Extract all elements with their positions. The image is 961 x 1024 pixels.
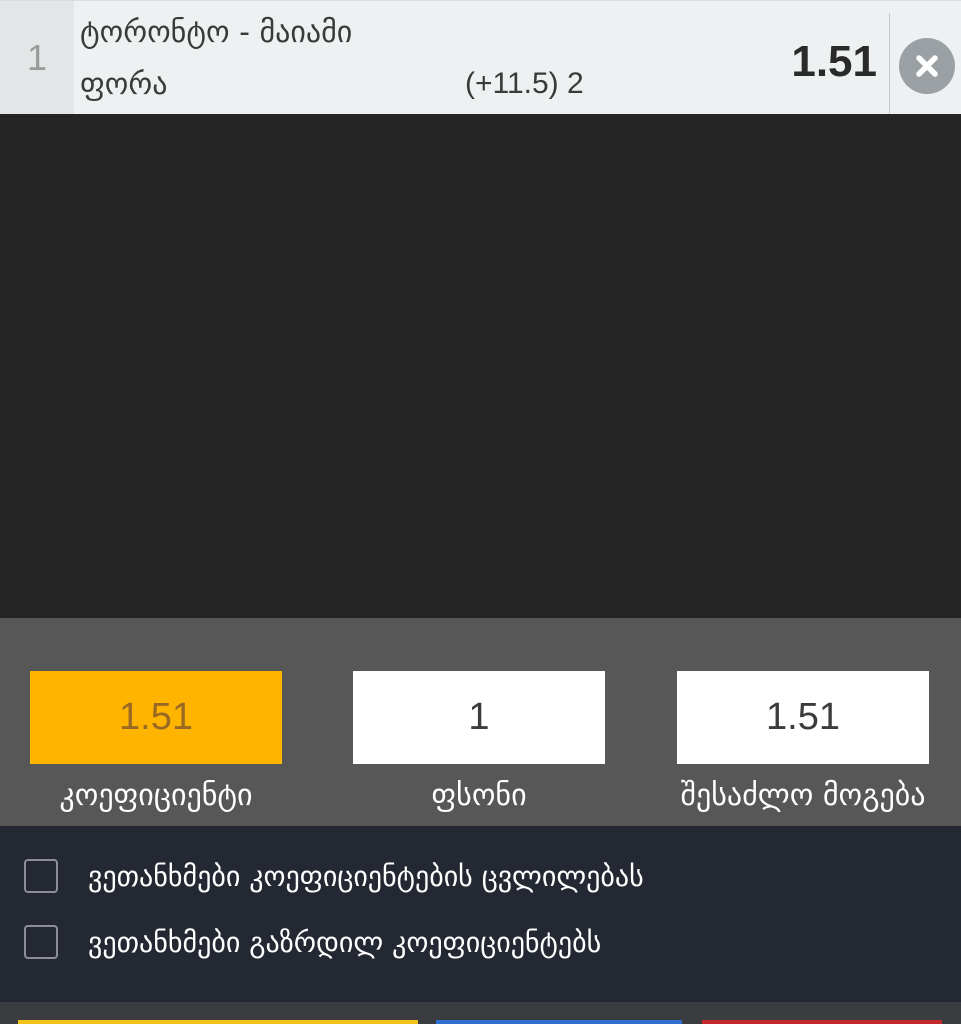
bet-slip-empty-area xyxy=(0,114,961,618)
place-bet-button[interactable] xyxy=(18,1020,418,1024)
accept-higher-odds-checkbox[interactable] xyxy=(24,925,58,959)
bet-index: 1 xyxy=(0,1,74,114)
total-odd-label: კოეფიციენტი xyxy=(59,778,253,813)
accept-odds-change-label: ვეთანხმები კოეფიციენტების ცვლილებას xyxy=(88,859,644,893)
possible-win-label: შესაძლო მოგება xyxy=(680,778,926,813)
bet-row: 1 ტორონტო - მაიამი ფორა (+11.5) 2 1.51 xyxy=(0,0,961,119)
save-bet-button[interactable] xyxy=(436,1020,682,1024)
accept-higher-odds-option[interactable]: ვეთანხმები გაზრდილ კოეფიციენტებს xyxy=(24,922,601,962)
possible-win-box: 1.51 xyxy=(677,671,929,764)
row-divider xyxy=(889,13,890,119)
bet-market-name: ფორა xyxy=(80,67,168,102)
accept-odds-change-checkbox[interactable] xyxy=(24,859,58,893)
bet-line-value: (+11.5) 2 xyxy=(465,67,584,100)
close-circle-icon xyxy=(916,55,938,77)
agreement-options: ვეთანხმები კოეფიციენტების ცვლილებას ვეთა… xyxy=(0,826,961,1002)
accept-odds-change-option[interactable]: ვეთანხმები კოეფიციენტების ცვლილებას xyxy=(24,856,644,896)
total-odd-box: 1.51 xyxy=(30,671,282,764)
clear-bets-button[interactable] xyxy=(702,1020,942,1024)
stake-label: ფსონი xyxy=(431,778,527,813)
accept-higher-odds-label: ვეთანხმები გაზრდილ კოეფიციენტებს xyxy=(88,925,602,959)
stake-input[interactable]: 1 xyxy=(353,671,605,764)
remove-bet-button[interactable] xyxy=(899,38,955,94)
bet-odd-value: 1.51 xyxy=(791,37,877,86)
bet-summary: 1.51 კოეფიციენტი 1 ფსონი 1.51 შესაძლო მო… xyxy=(0,618,961,826)
bet-event-name: ტორონტო - მაიამი xyxy=(80,15,353,50)
